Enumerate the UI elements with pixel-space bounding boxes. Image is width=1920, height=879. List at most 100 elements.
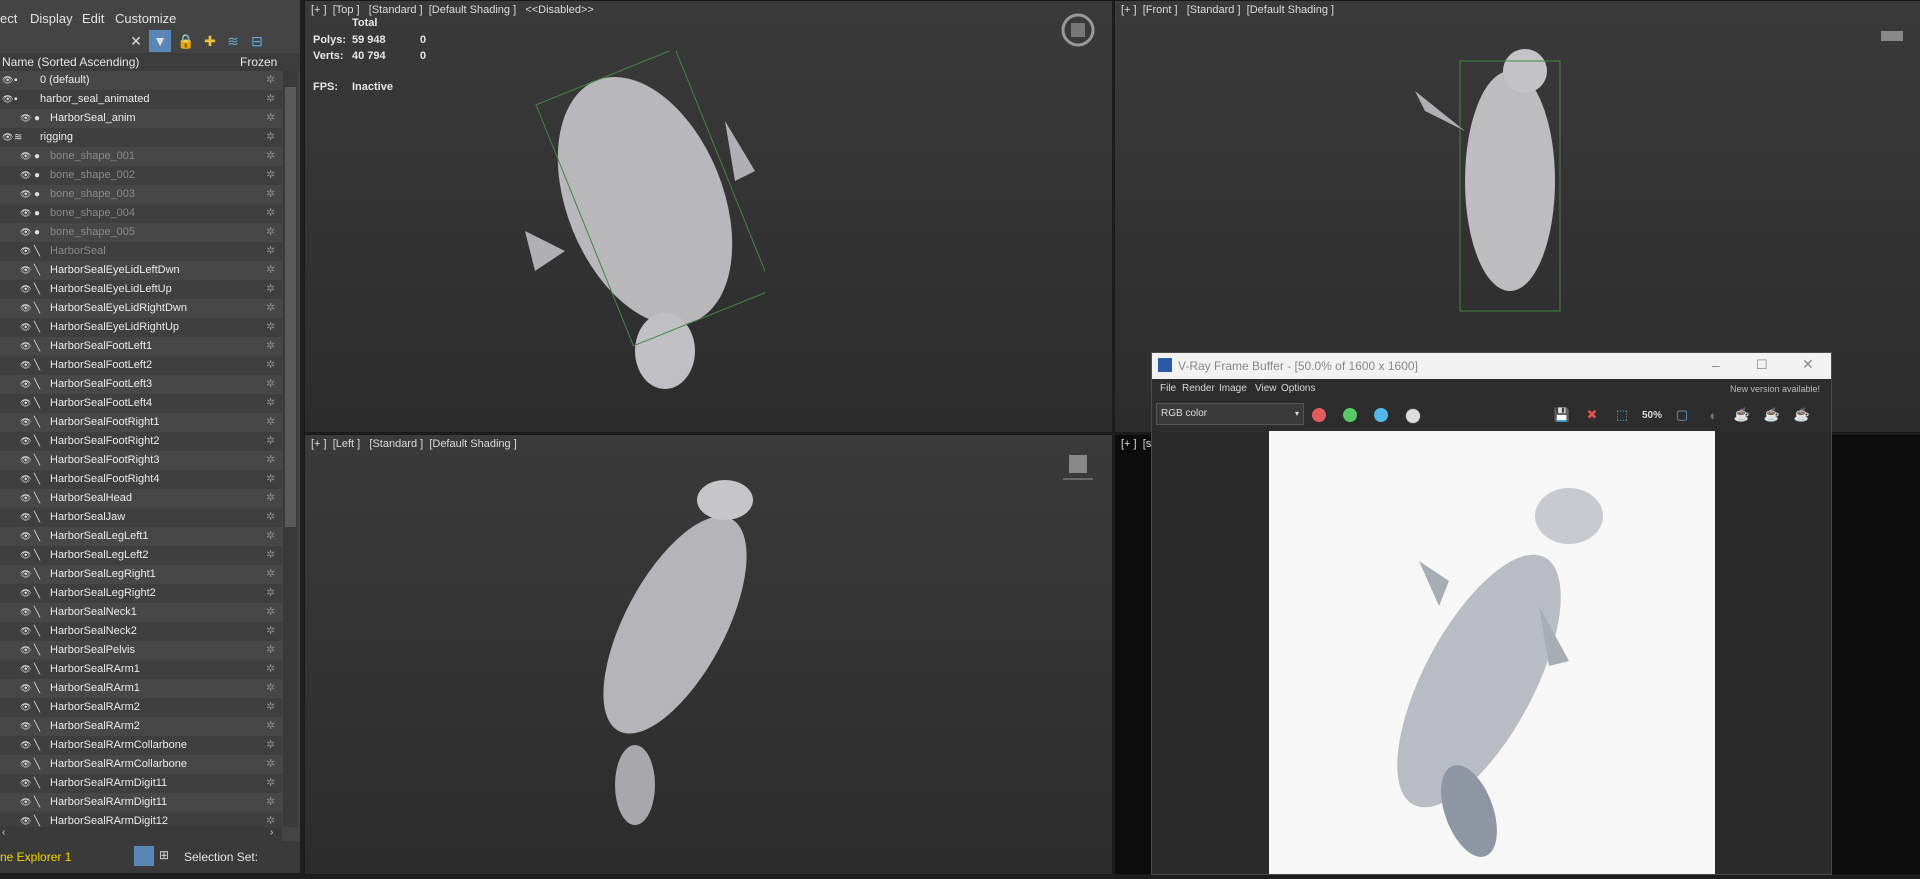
visibility-eye-icon[interactable]: 👁 bbox=[20, 470, 34, 489]
freeze-icon[interactable]: ✲ bbox=[266, 641, 275, 660]
list-item[interactable]: 👁 ╲ HarborSealEyeLidRightUp ✲ bbox=[0, 318, 282, 337]
list-item[interactable]: 👁 ╲ HarborSealLegLeft2 ✲ bbox=[0, 546, 282, 565]
freeze-icon[interactable]: ✲ bbox=[266, 394, 275, 413]
visibility-eye-icon[interactable]: 👁 bbox=[20, 432, 34, 451]
visibility-eye-icon[interactable]: 👁 bbox=[20, 280, 34, 299]
freeze-icon[interactable]: ✲ bbox=[266, 337, 275, 356]
seal-model-left[interactable] bbox=[575, 475, 775, 835]
visibility-eye-icon[interactable]: 👁 bbox=[20, 261, 34, 280]
add-layer-icon[interactable]: ✚ bbox=[199, 30, 221, 52]
list-item[interactable]: 👁 ╲ HarborSealFootRight4 ✲ bbox=[0, 470, 282, 489]
vray-frame-buffer-window[interactable]: V-Ray Frame Buffer - [50.0% of 1600 x 16… bbox=[1151, 352, 1832, 875]
visibility-eye-icon[interactable]: 👁 bbox=[20, 204, 34, 223]
freeze-icon[interactable]: ✲ bbox=[266, 432, 275, 451]
stop-render-icon[interactable]: ☕ bbox=[1790, 403, 1814, 427]
menu-select[interactable]: ect bbox=[0, 11, 17, 26]
render-teapot-icon[interactable]: ☕ bbox=[1730, 403, 1754, 427]
freeze-icon[interactable]: ✲ bbox=[266, 546, 275, 565]
list-item[interactable]: 👁 ╲ HarborSealEyeLidRightDwn ✲ bbox=[0, 299, 282, 318]
close-icon[interactable]: ✕ bbox=[1802, 356, 1814, 373]
link-viewport-icon[interactable]: ▢ bbox=[1670, 403, 1694, 427]
vfb-titlebar[interactable]: V-Ray Frame Buffer - [50.0% of 1600 x 16… bbox=[1152, 353, 1831, 379]
menu-edit[interactable]: Edit bbox=[82, 11, 104, 26]
visibility-eye-icon[interactable]: 👁 bbox=[20, 185, 34, 204]
list-item[interactable]: 👁 ● bone_shape_004 ✲ bbox=[0, 204, 282, 223]
freeze-icon[interactable]: ✲ bbox=[266, 356, 275, 375]
explorer-name-dropdown[interactable]: ne Explorer 1 bbox=[0, 850, 71, 864]
freeze-icon[interactable]: ✲ bbox=[266, 679, 275, 698]
vfb-menu-image[interactable]: Image bbox=[1219, 383, 1247, 394]
list-item[interactable]: 👁 ╲ HarborSealRArm2 ✲ bbox=[0, 698, 282, 717]
scroll-right-icon[interactable]: › bbox=[270, 827, 273, 838]
visibility-eye-icon[interactable]: 👁 bbox=[20, 451, 34, 470]
list-item[interactable]: 👁 ╲ HarborSealRArm1 ✲ bbox=[0, 660, 282, 679]
freeze-icon[interactable]: ✲ bbox=[266, 451, 275, 470]
maximize-icon[interactable]: ☐ bbox=[1756, 357, 1768, 373]
clear-image-icon[interactable]: ✖ bbox=[1580, 403, 1604, 427]
list-item[interactable]: 👁 ╲ HarborSealJaw ✲ bbox=[0, 508, 282, 527]
freeze-icon[interactable]: ✲ bbox=[266, 71, 275, 90]
zoom-level-icon[interactable]: 50% bbox=[1640, 403, 1664, 427]
freeze-icon[interactable]: ✲ bbox=[266, 812, 275, 827]
viewport-label[interactable]: [+ ] [si bbox=[1121, 438, 1154, 450]
freeze-icon[interactable]: ✲ bbox=[266, 204, 275, 223]
freeze-icon[interactable]: ✲ bbox=[266, 622, 275, 641]
close-icon[interactable]: ✕ bbox=[125, 30, 147, 52]
green-channel-icon[interactable] bbox=[1343, 408, 1357, 422]
viewcube-icon[interactable] bbox=[1875, 19, 1909, 53]
visibility-eye-icon[interactable]: 👁 bbox=[20, 660, 34, 679]
list-item[interactable]: 👁 ╲ HarborSealFootRight1 ✲ bbox=[0, 413, 282, 432]
visibility-eye-icon[interactable]: 👁 bbox=[20, 223, 34, 242]
freeze-icon[interactable]: ✲ bbox=[266, 527, 275, 546]
freeze-icon[interactable]: ✲ bbox=[266, 508, 275, 527]
minimize-icon[interactable]: – bbox=[1712, 357, 1720, 373]
menu-customize[interactable]: Customize bbox=[115, 11, 176, 26]
freeze-icon[interactable]: ✲ bbox=[266, 147, 275, 166]
visibility-eye-icon[interactable]: 👁 bbox=[20, 318, 34, 337]
hierarchy-mode-icon[interactable]: ⊞ bbox=[159, 848, 169, 862]
list-item[interactable]: 👁 ╲ HarborSeal ✲ bbox=[0, 242, 282, 261]
vfb-menu-render[interactable]: Render bbox=[1182, 383, 1215, 394]
visibility-eye-icon[interactable]: 👁 bbox=[20, 242, 34, 261]
visibility-eye-icon[interactable]: 👁 bbox=[20, 337, 34, 356]
list-item[interactable]: 👁 ╲ HarborSealNeck2 ✲ bbox=[0, 622, 282, 641]
visibility-eye-icon[interactable]: 👁 bbox=[20, 527, 34, 546]
freeze-icon[interactable]: ✲ bbox=[266, 166, 275, 185]
list-item[interactable]: 👁 ╲ HarborSealHead ✲ bbox=[0, 489, 282, 508]
viewport-label[interactable]: [+ ] [Top ] [Standard ] [Default Shading… bbox=[311, 4, 594, 16]
list-item[interactable]: 👁 ╲ HarborSealFootLeft3 ✲ bbox=[0, 375, 282, 394]
layer-mode-icon[interactable] bbox=[134, 846, 154, 866]
list-item[interactable]: 👁 ╲ HarborSealFootLeft1 ✲ bbox=[0, 337, 282, 356]
visibility-eye-icon[interactable]: 👁 bbox=[20, 413, 34, 432]
visibility-eye-icon[interactable]: 👁 bbox=[20, 736, 34, 755]
vfb-menu-options[interactable]: Options bbox=[1281, 383, 1315, 394]
list-item[interactable]: 👁 ╲ HarborSealRArm1 ✲ bbox=[0, 679, 282, 698]
viewport-left[interactable]: [+ ] [Left ] [Standard ] [Default Shadin… bbox=[304, 434, 1113, 875]
vfb-menu-file[interactable]: File bbox=[1160, 383, 1176, 394]
freeze-icon[interactable]: ✲ bbox=[266, 755, 275, 774]
list-item[interactable]: 👁 ╲ HarborSealFootRight2 ✲ bbox=[0, 432, 282, 451]
lock-icon[interactable]: 🔒 bbox=[175, 30, 197, 52]
column-name-header[interactable]: Name (Sorted Ascending) bbox=[2, 55, 139, 69]
freeze-icon[interactable]: ✲ bbox=[266, 185, 275, 204]
freeze-icon[interactable]: ✲ bbox=[266, 375, 275, 394]
freeze-icon[interactable]: ✲ bbox=[266, 90, 275, 109]
visibility-eye-icon[interactable]: 👁 bbox=[20, 299, 34, 318]
list-item[interactable]: 👁 ╲ HarborSealRArmDigit12 ✲ bbox=[0, 812, 282, 827]
list-item[interactable]: 👁 ● HarborSeal_anim ✲ bbox=[0, 109, 282, 128]
list-item[interactable]: 👁 ╲ HarborSealRArmCollarbone ✲ bbox=[0, 755, 282, 774]
horizontal-scrollbar[interactable]: ‹ › bbox=[0, 827, 282, 841]
freeze-icon[interactable]: ✲ bbox=[266, 774, 275, 793]
freeze-icon[interactable]: ✲ bbox=[266, 470, 275, 489]
freeze-icon[interactable]: ✲ bbox=[266, 603, 275, 622]
visibility-eye-icon[interactable]: 👁 bbox=[20, 641, 34, 660]
freeze-icon[interactable]: ✲ bbox=[266, 793, 275, 812]
save-icon[interactable]: 💾 bbox=[1550, 403, 1574, 427]
layers-icon[interactable]: ≋ bbox=[222, 30, 244, 52]
viewport-top[interactable]: [+ ] [Top ] [Standard ] [Default Shading… bbox=[304, 0, 1113, 433]
freeze-icon[interactable]: ✲ bbox=[266, 584, 275, 603]
visibility-eye-icon[interactable]: 👁 bbox=[20, 793, 34, 812]
render-image-canvas[interactable] bbox=[1269, 431, 1715, 874]
list-item[interactable]: 👁 ╲ HarborSealFootLeft4 ✲ bbox=[0, 394, 282, 413]
column-frozen-header[interactable]: Frozen bbox=[240, 55, 277, 69]
